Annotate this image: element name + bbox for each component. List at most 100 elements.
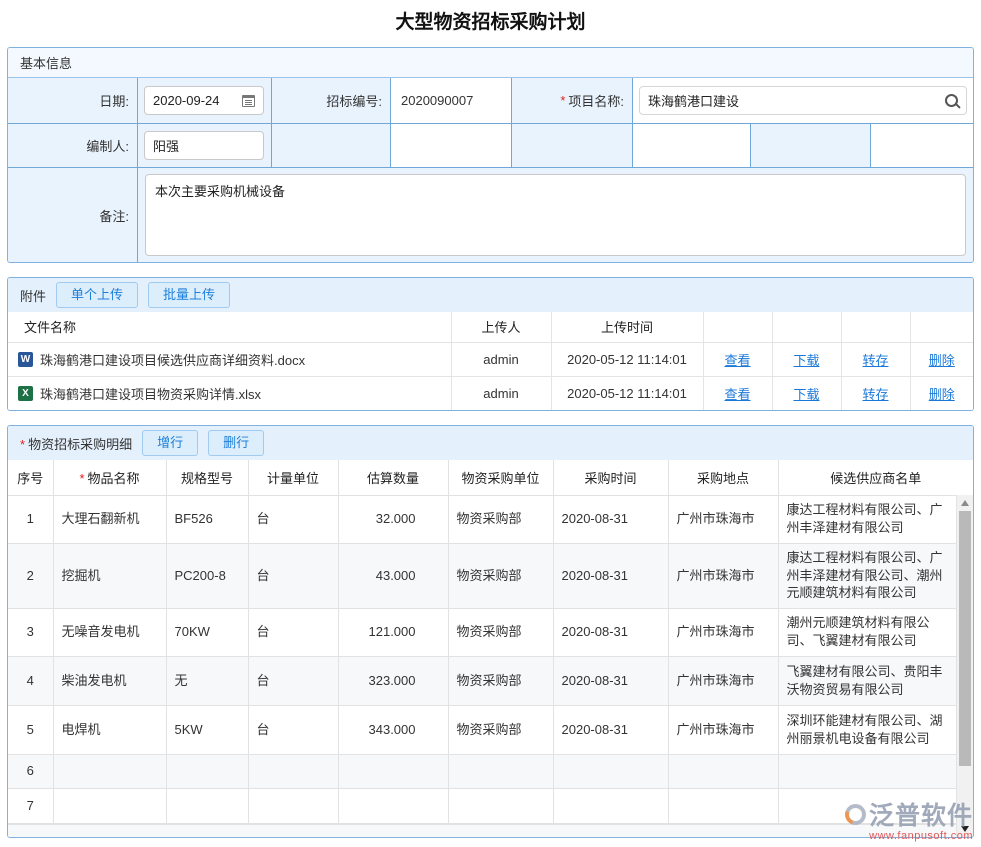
page-title: 大型物资招标采购计划 (0, 0, 981, 47)
model: BF526 (166, 495, 248, 543)
detail-section: *物资招标采购明细 增行 删行 序号 *物品名称 规格型号 计量单位 估算数量 … (7, 425, 974, 838)
bid-no-value: 2020090007 (391, 78, 511, 123)
file-name: 珠海鹤港口建设项目物资采购详情.xlsx (40, 384, 261, 403)
basic-info-section: 基本信息 日期: 2020-09-24 招标编号: 2020090007 * 项… (7, 47, 974, 263)
file-name-cell: X 珠海鹤港口建设项目物资采购详情.xlsx (8, 384, 451, 403)
delete-link[interactable]: 删除 (929, 387, 955, 402)
word-file-icon: W (18, 352, 33, 367)
item-name: 柴油发电机 (53, 656, 166, 705)
attachments-section: 附件 单个上传 批量上传 文件名称 上传人 上传时间 W 珠海鹤港口建设项 (7, 277, 974, 411)
detail-row[interactable]: 5 电焊机 5KW 台 343.000 物资采购部 2020-08-31 广州市… (8, 705, 973, 754)
purchase-dept: 物资采购部 (448, 495, 553, 543)
unit: 台 (248, 543, 338, 608)
purchase-place: 广州市珠海市 (668, 608, 778, 656)
model: PC200-8 (166, 543, 248, 608)
calendar-icon[interactable] (242, 95, 255, 107)
purchase-place (668, 754, 778, 788)
required-asterisk: * (79, 471, 84, 486)
attachments-header: 附件 单个上传 批量上传 (8, 278, 973, 312)
col-unit: 计量单位 (248, 460, 338, 495)
scroll-up-icon[interactable] (961, 500, 969, 506)
basic-info-grid: 日期: 2020-09-24 招标编号: 2020090007 * 项目名称: … (8, 78, 973, 262)
empty-cell (871, 124, 973, 167)
detail-row[interactable]: 6 (8, 754, 973, 788)
watermark-brand: 泛普软件 (869, 796, 973, 832)
bid-no-label: 招标编号: (272, 78, 390, 123)
date-cell: 2020-09-24 (138, 78, 271, 123)
qty (338, 788, 448, 823)
qty: 343.000 (338, 705, 448, 754)
detail-row[interactable]: 2 挖掘机 PC200-8 台 43.000 物资采购部 2020-08-31 … (8, 543, 973, 608)
model: 无 (166, 656, 248, 705)
unit: 台 (248, 608, 338, 656)
model (166, 788, 248, 823)
suppliers: 康达工程材料有限公司、广州丰泽建材有限公司 (778, 495, 973, 543)
attachment-row: X 珠海鹤港口建设项目物资采购详情.xlsx admin 2020-05-12 … (8, 376, 973, 410)
unit: 台 (248, 705, 338, 754)
delete-link[interactable]: 删除 (929, 353, 955, 368)
detail-row[interactable]: 1 大理石翻新机 BF526 台 32.000 物资采购部 2020-08-31… (8, 495, 973, 543)
compiler-input[interactable]: 阳强 (144, 131, 264, 160)
col-model: 规格型号 (166, 460, 248, 495)
qty: 32.000 (338, 495, 448, 543)
item-name: 挖掘机 (53, 543, 166, 608)
detail-header-row: 序号 *物品名称 规格型号 计量单位 估算数量 物资采购单位 采购时间 采购地点… (8, 460, 973, 495)
single-upload-button[interactable]: 单个上传 (56, 282, 138, 308)
uploader: admin (451, 376, 551, 410)
scrollbar-thumb[interactable] (959, 511, 971, 766)
add-row-button[interactable]: 增行 (142, 430, 198, 456)
transfer-link[interactable]: 转存 (862, 387, 888, 402)
detail-row[interactable]: 7 (8, 788, 973, 823)
compiler-value: 阳强 (153, 136, 179, 155)
attachments-title: 附件 (20, 286, 46, 305)
remark-label: 备注: (8, 168, 137, 262)
suppliers: 飞翼建材有限公司、贵阳丰沃物资贸易有限公司 (778, 656, 973, 705)
unit: 台 (248, 495, 338, 543)
purchase-dept (448, 754, 553, 788)
excel-file-icon: X (18, 386, 33, 401)
required-asterisk: * (20, 437, 25, 452)
item-name (53, 754, 166, 788)
file-name-cell: W 珠海鹤港口建设项目候选供应商详细资料.docx (8, 350, 451, 369)
uploader: admin (451, 342, 551, 376)
fanpu-logo-icon (845, 804, 866, 825)
upload-time: 2020-05-12 11:14:01 (551, 376, 703, 410)
date-input[interactable]: 2020-09-24 (144, 86, 264, 115)
batch-upload-button[interactable]: 批量上传 (148, 282, 230, 308)
partial-row (8, 824, 973, 837)
project-name-input[interactable]: 珠海鹤港口建设 (639, 86, 967, 115)
detail-table-scrollbar[interactable] (956, 495, 973, 837)
seq: 7 (8, 788, 53, 823)
suppliers (778, 754, 973, 788)
project-name-value: 珠海鹤港口建设 (648, 91, 739, 110)
detail-row[interactable]: 4 柴油发电机 无 台 323.000 物资采购部 2020-08-31 广州市… (8, 656, 973, 705)
seq: 2 (8, 543, 53, 608)
qty: 43.000 (338, 543, 448, 608)
transfer-link[interactable]: 转存 (862, 353, 888, 368)
remark-textarea[interactable]: 本次主要采购机械设备 (145, 174, 966, 256)
download-link[interactable]: 下载 (793, 353, 819, 368)
purchase-dept: 物资采购部 (448, 608, 553, 656)
attachments-header-row: 文件名称 上传人 上传时间 (8, 312, 973, 342)
remark-cell: 本次主要采购机械设备 (138, 168, 973, 262)
purchase-time: 2020-08-31 (553, 705, 668, 754)
model: 5KW (166, 705, 248, 754)
watermark: 泛普软件 www.fanpusoft.com (845, 796, 973, 842)
model: 70KW (166, 608, 248, 656)
empty-cell (272, 124, 390, 167)
project-name-label: * 项目名称: (512, 78, 632, 123)
col-seq: 序号 (8, 460, 53, 495)
purchase-dept: 物资采购部 (448, 705, 553, 754)
col-purchase-time: 采购时间 (553, 460, 668, 495)
view-link[interactable]: 查看 (724, 353, 750, 368)
col-suppliers: 候选供应商名单 (778, 460, 973, 495)
purchase-time: 2020-08-31 (553, 543, 668, 608)
delete-row-button[interactable]: 删行 (208, 430, 264, 456)
view-link[interactable]: 查看 (724, 387, 750, 402)
download-link[interactable]: 下载 (793, 387, 819, 402)
search-icon[interactable] (945, 94, 958, 107)
purchase-time (553, 754, 668, 788)
purchase-place: 广州市珠海市 (668, 543, 778, 608)
detail-row[interactable]: 3 无噪音发电机 70KW 台 121.000 物资采购部 2020-08-31… (8, 608, 973, 656)
seq: 3 (8, 608, 53, 656)
